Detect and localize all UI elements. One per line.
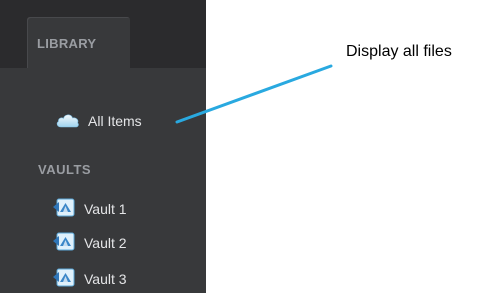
callout-text: Display all files [346,43,452,60]
